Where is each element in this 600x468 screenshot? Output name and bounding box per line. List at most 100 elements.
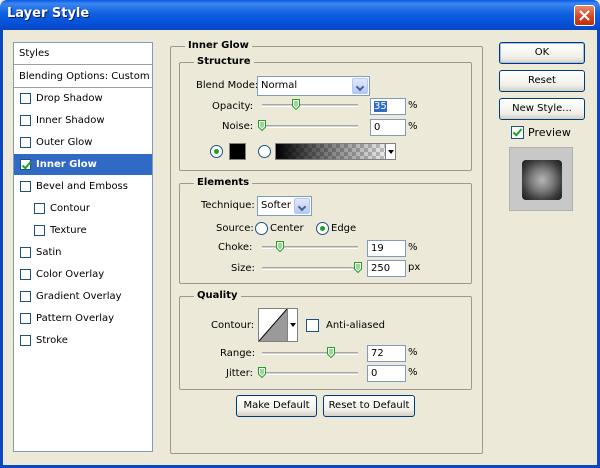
style-item-gradient-overlay[interactable]: Gradient Overlay: [14, 286, 152, 308]
size-slider-thumb[interactable]: [354, 262, 362, 273]
style-item-pattern-overlay[interactable]: Pattern Overlay: [14, 308, 152, 330]
style-item-checkbox[interactable]: [20, 115, 31, 126]
blending-options-item[interactable]: Blending Options: Custom: [14, 66, 152, 88]
size-input[interactable]: 250: [367, 260, 406, 277]
source-edge-label: Edge: [331, 223, 357, 234]
range-input[interactable]: 72: [367, 345, 406, 362]
technique-label: Technique:: [201, 200, 255, 211]
opacity-unit: %: [408, 100, 418, 111]
styles-header[interactable]: Styles: [14, 43, 152, 65]
source-center-radio[interactable]: [255, 222, 268, 235]
opacity-slider-track[interactable]: [262, 104, 358, 107]
style-item-drop-shadow[interactable]: Drop Shadow: [14, 88, 152, 110]
style-item-texture[interactable]: Texture: [14, 220, 152, 242]
slider-thumb-icon: [258, 367, 266, 378]
source-label: Source:: [216, 223, 254, 234]
style-item-checkbox[interactable]: [20, 159, 31, 170]
style-item-inner-glow[interactable]: Inner Glow: [14, 154, 152, 176]
style-item-label: Inner Shadow: [36, 115, 105, 126]
blend-mode-select[interactable]: Normal: [257, 76, 370, 96]
chevron-down-icon: [294, 198, 310, 214]
slider-thumb-icon: [276, 241, 285, 252]
ok-button[interactable]: OK: [499, 42, 585, 64]
choke-value: 19: [371, 243, 384, 254]
noise-slider-track[interactable]: [262, 125, 358, 128]
jitter-slider-track[interactable]: [262, 372, 358, 375]
style-item-checkbox[interactable]: [34, 225, 45, 236]
style-item-label: Outer Glow: [36, 137, 93, 148]
contour-picker[interactable]: [258, 308, 298, 342]
slider-thumb-icon: [327, 347, 336, 358]
style-item-checkbox[interactable]: [20, 137, 31, 148]
close-icon: [579, 10, 590, 21]
make-default-button[interactable]: Make Default: [236, 395, 317, 417]
preview-swatch: [522, 160, 562, 200]
range-slider-track[interactable]: [262, 352, 358, 355]
anti-aliased-checkbox[interactable]: [306, 319, 319, 332]
style-item-checkbox[interactable]: [20, 181, 31, 192]
style-item-contour[interactable]: Contour: [14, 198, 152, 220]
gradient-radio[interactable]: [258, 145, 271, 158]
style-item-checkbox[interactable]: [20, 269, 31, 280]
style-item-label: Satin: [36, 247, 62, 258]
technique-select[interactable]: Softer: [257, 196, 312, 216]
range-unit: %: [408, 347, 418, 358]
style-item-label: Pattern Overlay: [36, 313, 115, 324]
style-item-checkbox[interactable]: [20, 335, 31, 346]
glow-gradient-picker[interactable]: [275, 143, 396, 160]
style-item-checkbox[interactable]: [34, 203, 45, 214]
choke-input[interactable]: 19: [367, 240, 406, 257]
style-item-stroke[interactable]: Stroke: [14, 330, 152, 352]
glow-color-swatch[interactable]: [229, 143, 246, 160]
new-style-button[interactable]: New Style...: [499, 98, 585, 120]
style-item-label: Stroke: [36, 335, 68, 346]
style-item-satin[interactable]: Satin: [14, 242, 152, 264]
range-slider-thumb[interactable]: [327, 347, 336, 358]
size-unit: px: [408, 262, 421, 273]
source-center-label: Center: [270, 223, 304, 234]
style-item-label: Drop Shadow: [36, 93, 103, 104]
style-preview: [509, 147, 573, 211]
contour-curve-icon: [259, 309, 287, 341]
style-item-checkbox[interactable]: [20, 93, 31, 104]
style-item-inner-shadow[interactable]: Inner Shadow: [14, 110, 152, 132]
noise-label: Noise:: [222, 121, 254, 132]
choke-slider-thumb[interactable]: [276, 241, 285, 252]
preview-checkbox[interactable]: [511, 126, 524, 139]
slider-thumb-icon: [291, 99, 300, 110]
close-button[interactable]: [574, 5, 595, 26]
size-slider-track[interactable]: [262, 267, 358, 270]
contour-dropdown-icon[interactable]: [287, 308, 298, 342]
style-item-checkbox[interactable]: [20, 291, 31, 302]
solid-color-radio[interactable]: [210, 145, 223, 158]
style-item-checkbox[interactable]: [20, 247, 31, 258]
jitter-input[interactable]: 0: [367, 365, 406, 382]
opacity-value: 35: [374, 101, 387, 112]
style-item-label: Color Overlay: [36, 269, 105, 280]
style-item-bevel-and-emboss[interactable]: Bevel and Emboss: [14, 176, 152, 198]
jitter-slider-thumb[interactable]: [258, 367, 266, 378]
style-item-checkbox[interactable]: [20, 313, 31, 324]
blend-mode-label: Blend Mode:: [196, 80, 259, 91]
source-edge-radio[interactable]: [316, 222, 329, 235]
chevron-down-icon: [352, 78, 368, 94]
opacity-label: Opacity:: [212, 101, 254, 112]
reset-to-default-button[interactable]: Reset to Default: [323, 395, 415, 417]
noise-input[interactable]: 0: [370, 119, 406, 136]
opacity-input[interactable]: 35: [370, 98, 406, 115]
quality-group: Quality: [179, 290, 472, 390]
style-item-color-overlay[interactable]: Color Overlay: [14, 264, 152, 286]
slider-thumb-icon: [354, 262, 362, 273]
anti-aliased-label: Anti-aliased: [326, 320, 386, 331]
style-item-label: Contour: [50, 203, 90, 214]
jitter-value: 0: [371, 368, 378, 379]
window-title: Layer Style: [7, 6, 90, 21]
noise-slider-thumb[interactable]: [258, 120, 266, 131]
choke-unit: %: [408, 242, 418, 253]
style-item-outer-glow[interactable]: Outer Glow: [14, 132, 152, 154]
styles-list: Styles Blending Options: Custom Drop Sha…: [13, 42, 153, 452]
opacity-slider-thumb[interactable]: [291, 99, 300, 110]
reset-button[interactable]: Reset: [499, 70, 585, 92]
gradient-dropdown-icon[interactable]: [385, 143, 396, 160]
title-bar: Layer Style: [0, 0, 600, 30]
